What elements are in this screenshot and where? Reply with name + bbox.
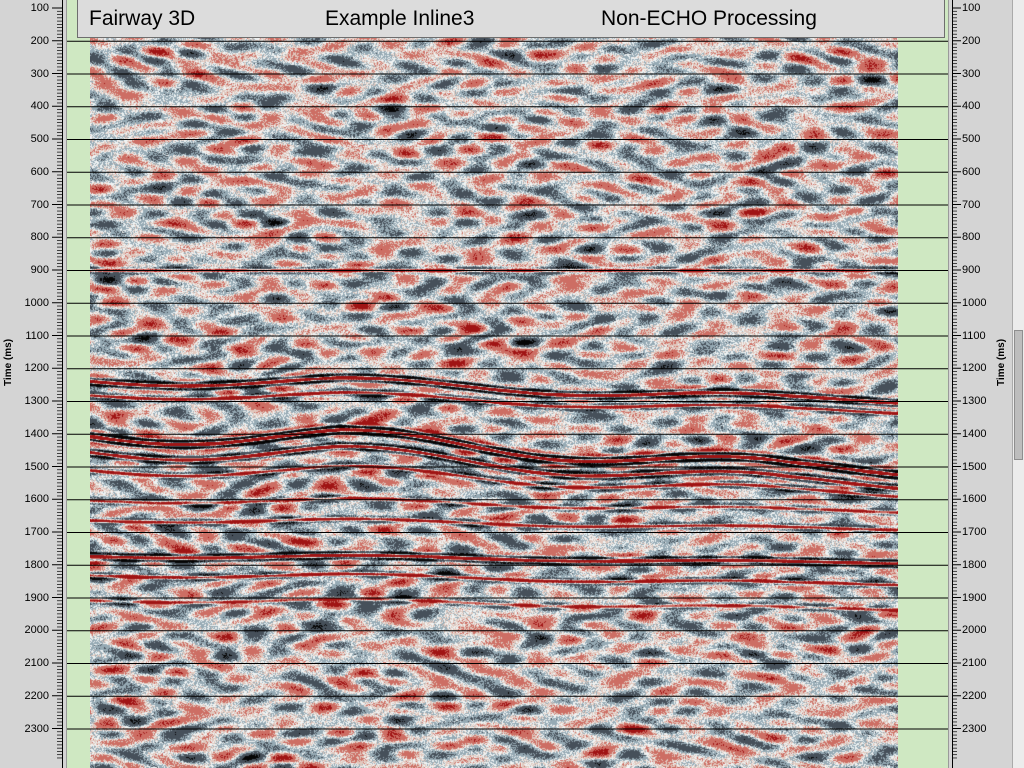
tick-label: 1500 <box>24 460 49 473</box>
tick-label: 600 <box>962 165 981 178</box>
tick-label: 1700 <box>24 526 49 538</box>
vertical-scrollbar[interactable] <box>1012 0 1024 768</box>
section-title-bar: Fairway 3D Example Inline3 Non-ECHO Proc… <box>77 0 945 38</box>
tick-label: 1000 <box>24 296 49 309</box>
tick-label: 1600 <box>24 493 49 506</box>
tick-label: 2300 <box>962 722 987 735</box>
tick-label: 700 <box>962 198 981 211</box>
tick-label: 1900 <box>962 591 987 604</box>
tick-label: 1000 <box>962 296 987 309</box>
tick-label: 2100 <box>24 657 49 669</box>
tick-label: 1700 <box>962 526 987 538</box>
tick-label: 2200 <box>24 689 49 702</box>
tick-label: 100 <box>30 2 49 14</box>
time-axis-left: Time (ms) 100 200 300 400 500 600 700 800 900 100… <box>0 0 67 768</box>
tick-label: 2000 <box>962 624 987 637</box>
line-name: Example Inline3 <box>325 7 475 30</box>
tick-label: 700 <box>30 198 49 211</box>
tick-label: 2300 <box>24 722 49 735</box>
tick-label: 1800 <box>24 558 49 571</box>
seismic-section-panel[interactable] <box>66 0 948 768</box>
time-gridlines <box>66 40 948 730</box>
tick-label: 500 <box>962 133 981 145</box>
processing-label: Non-ECHO Processing <box>601 7 817 30</box>
tick-label: 400 <box>30 100 49 113</box>
tick-label: 1400 <box>24 427 49 440</box>
tick-label: 1500 <box>962 460 987 473</box>
scrollbar-thumb[interactable] <box>1014 330 1023 460</box>
tick-label: 2200 <box>962 689 987 702</box>
tick-label: 900 <box>962 264 981 276</box>
tick-label: 1200 <box>962 362 987 375</box>
tick-label: 1300 <box>962 395 987 407</box>
survey-name: Fairway 3D <box>89 7 196 30</box>
tick-label: 1100 <box>962 329 986 342</box>
tick-label: 300 <box>30 67 49 80</box>
tick-label: 1900 <box>24 591 49 604</box>
tick-label: 100 <box>962 2 981 14</box>
tick-label: 2100 <box>962 657 987 669</box>
tick-label: 2000 <box>24 624 49 637</box>
tick-label: 1800 <box>962 558 987 571</box>
tick-label: 1200 <box>24 362 49 375</box>
tick-label: 800 <box>962 231 981 244</box>
tick-label: 1400 <box>962 427 987 440</box>
tick-label: 900 <box>30 264 49 276</box>
tick-label: 800 <box>30 231 49 244</box>
tick-label: 200 <box>30 34 49 47</box>
tick-label: 600 <box>30 165 49 178</box>
tick-label: 300 <box>962 67 981 80</box>
tick-label: 1100 <box>25 329 49 342</box>
tick-label: 500 <box>30 133 49 145</box>
tick-label: 1300 <box>24 395 49 407</box>
tick-label: 400 <box>962 100 981 113</box>
tick-label: 200 <box>962 34 981 47</box>
tick-label: 1600 <box>962 493 987 506</box>
